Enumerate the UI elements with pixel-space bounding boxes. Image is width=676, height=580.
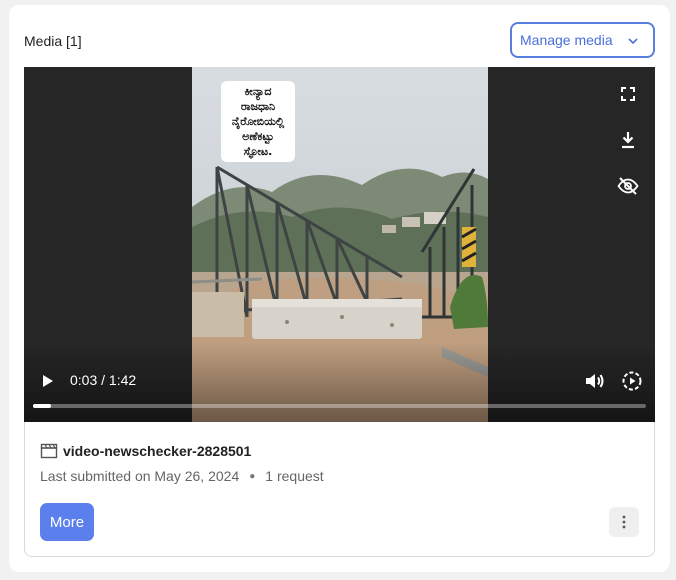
kebab-menu-button[interactable]	[609, 507, 639, 537]
video-caption-overlay: ಕೀನ್ಯಾದ ರಾಜಧಾನಿ ನೈರೋಬಿಯಲ್ಲಿ ಅಣೆಕಟ್ಟು ಸ್ಫ…	[221, 81, 295, 162]
play-icon[interactable]	[35, 369, 59, 393]
caption-line: ರಾಜಧಾನಿ	[240, 100, 276, 113]
caption-line: ಅಣೆಕಟ್ಟು	[242, 130, 274, 143]
download-icon[interactable]	[616, 128, 640, 152]
request-count: 1 request	[265, 468, 324, 484]
separator-dot: ●	[249, 470, 256, 482]
media-item-header: video-newschecker-2828501	[40, 443, 251, 459]
media-section-title: Media [1]	[24, 33, 82, 49]
media-item-name: video-newschecker-2828501	[63, 443, 252, 459]
caption-line: ಸ್ಫೋಟ.	[243, 145, 273, 158]
playback-speed-icon[interactable]	[620, 369, 644, 393]
clapperboard-icon	[40, 443, 58, 459]
volume-icon[interactable]	[582, 369, 606, 393]
manage-media-label: Manage media	[520, 32, 613, 48]
last-submitted-text: Last submitted on May 26, 2024	[40, 468, 240, 484]
caption-line: ಕೀನ್ಯಾದ	[244, 85, 272, 98]
time-display: 0:03 / 1:42	[70, 372, 137, 388]
caption-line: ನೈರೋಬಿಯಲ್ಲಿ	[231, 115, 285, 128]
chevron-down-icon	[628, 38, 638, 45]
eye-off-icon[interactable]	[616, 174, 640, 198]
more-button[interactable]: More	[40, 503, 94, 541]
progress-bar[interactable]	[33, 404, 646, 408]
fullscreen-icon[interactable]	[616, 82, 640, 106]
progress-fill	[33, 404, 52, 408]
media-item-meta: Last submitted on May 26, 2024 ● 1 reque…	[40, 468, 324, 484]
manage-media-button[interactable]: Manage media	[510, 22, 655, 58]
more-vertical-icon	[622, 515, 626, 529]
video-player[interactable]: ಕೀನ್ಯಾದ ರಾಜಧಾನಿ ನೈರೋಬಿಯಲ್ಲಿ ಅಣೆಕಟ್ಟು ಸ್ಫ…	[24, 67, 655, 422]
